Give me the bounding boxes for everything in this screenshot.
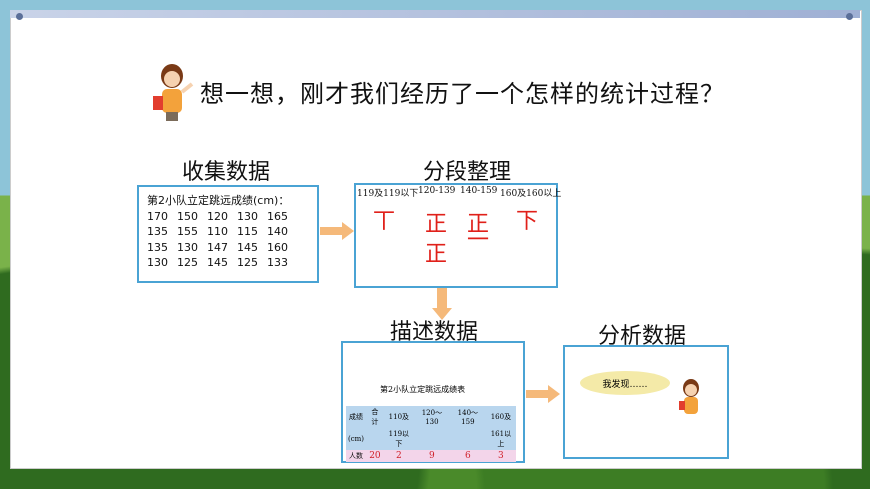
data-cell: 165 bbox=[267, 209, 288, 223]
raw-data-rows: 170 150 120 130 165 135 155 110 115 140 135 130 147 1… bbox=[147, 209, 309, 271]
data-cell: 125 bbox=[237, 256, 258, 269]
raw-data-caption: 第2小队立定跳远成绩(cm)： bbox=[147, 194, 290, 207]
table-cell: 成绩 bbox=[349, 413, 364, 421]
data-cell: 150 bbox=[177, 209, 198, 223]
data-row: 135 155 110 115 140 bbox=[147, 224, 309, 240]
table-cell: 合计 bbox=[371, 408, 379, 426]
data-cell: 125 bbox=[177, 256, 198, 269]
table-row: 人数 20 2 9 6 3 bbox=[346, 450, 516, 462]
table-cell: 140～159 bbox=[457, 409, 479, 426]
table-cell bbox=[450, 428, 486, 450]
table-cell: 6 bbox=[464, 451, 471, 461]
data-cell: 133 bbox=[267, 256, 288, 269]
tally-mark: 丅 bbox=[373, 209, 396, 234]
table-cell: 120～130 bbox=[421, 409, 443, 426]
top-bar bbox=[10, 10, 860, 18]
data-cell: 130 bbox=[237, 209, 258, 223]
data-row: 170 150 120 130 165 bbox=[147, 209, 309, 225]
tally-header: 140-159 bbox=[460, 186, 498, 196]
data-cell: 135 bbox=[147, 240, 168, 254]
table-row: (cm) 119以下 161以上 bbox=[346, 428, 516, 450]
tally-mark: 正 bbox=[425, 212, 448, 237]
teacher-icon bbox=[153, 64, 194, 121]
stat-table: 成绩 合计 110及 120～130 140～159 160及 (cm) 119… bbox=[346, 406, 516, 462]
right-arrow-icon bbox=[320, 222, 354, 240]
data-row: 135 130 147 145 160 bbox=[147, 240, 309, 256]
data-cell: 147 bbox=[207, 240, 228, 254]
data-cell: 170 bbox=[147, 209, 168, 223]
table-cell: 人数 bbox=[349, 452, 364, 460]
step-organize-heading: 分段整理 bbox=[423, 160, 512, 185]
table-cell: 160及 bbox=[490, 413, 512, 421]
raw-data-box: 第2小队立定跳远成绩(cm)： 170 150 120 130 165 135 155 110… bbox=[137, 185, 319, 283]
table-cell: (cm) bbox=[348, 435, 365, 443]
data-cell: 130 bbox=[147, 256, 168, 269]
data-cell: 110 bbox=[207, 225, 228, 238]
table-cell: 161以上 bbox=[490, 430, 512, 448]
stat-table-caption: 第2小队立定跳远成绩表 bbox=[380, 385, 466, 394]
corner-dot bbox=[846, 13, 853, 20]
data-cell: 145 bbox=[207, 256, 228, 269]
right-arrow-icon bbox=[526, 385, 560, 403]
table-cell: 2 bbox=[396, 451, 402, 461]
data-cell: 160 bbox=[267, 240, 288, 254]
tally-header: 120-139 bbox=[418, 186, 456, 196]
page-title: 想一想，刚才我们经历了一个怎样的统计过程？ bbox=[200, 80, 725, 108]
table-cell: 3 bbox=[498, 451, 504, 461]
tally-mark: 一 bbox=[467, 228, 490, 253]
tally-header: 160及160以上 bbox=[500, 189, 562, 199]
teacher-icon bbox=[679, 379, 699, 414]
data-cell: 120 bbox=[207, 209, 228, 223]
data-cell: 140 bbox=[267, 225, 288, 238]
tally-mark: 正 bbox=[425, 242, 448, 267]
data-cell: 135 bbox=[147, 225, 168, 238]
data-cell: 130 bbox=[177, 240, 198, 254]
data-cell: 115 bbox=[237, 225, 258, 238]
table-row: 成绩 合计 110及 120～130 140～159 160及 bbox=[346, 406, 516, 428]
speech-bubble: 我发现…… bbox=[580, 371, 670, 395]
table-cell: 9 bbox=[429, 451, 435, 461]
tally-header: 119及119以下 bbox=[357, 189, 419, 199]
table-cell bbox=[414, 428, 450, 450]
table-cell: 119以下 bbox=[388, 430, 410, 448]
table-cell: 110及 bbox=[388, 413, 410, 421]
data-cell: 155 bbox=[177, 225, 198, 238]
corner-dot bbox=[16, 13, 23, 20]
table-cell bbox=[366, 428, 384, 450]
table-cell: 20 bbox=[369, 451, 381, 461]
down-arrow-icon bbox=[432, 288, 452, 320]
tally-mark: 下 bbox=[516, 209, 539, 234]
step-collect-heading: 收集数据 bbox=[182, 160, 271, 185]
data-row: 130 125 145 125 133 bbox=[147, 255, 309, 271]
data-cell: 145 bbox=[237, 240, 258, 254]
